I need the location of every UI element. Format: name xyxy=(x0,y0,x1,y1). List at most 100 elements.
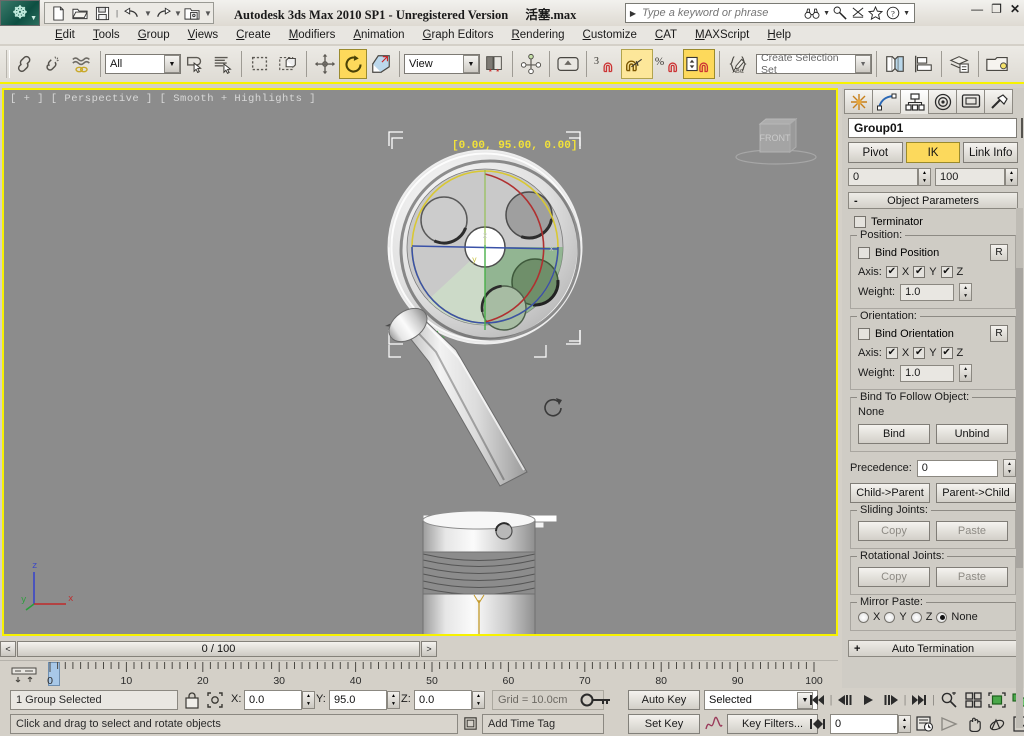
terminator-checkbox[interactable] xyxy=(854,216,866,228)
window-crossing-icon[interactable] xyxy=(274,49,302,79)
child-to-parent-button[interactable]: Child->Parent xyxy=(850,483,930,503)
reference-coordinate-combo[interactable]: View ▼ xyxy=(404,54,480,74)
align-icon[interactable] xyxy=(909,49,937,79)
orientation-reset-button[interactable]: R xyxy=(990,325,1008,342)
goto-end-button[interactable] xyxy=(908,690,930,710)
mirror-paste-z-radio[interactable] xyxy=(910,611,922,623)
steering-icon[interactable] xyxy=(851,6,865,20)
customize-qat-icon[interactable]: ▼ xyxy=(204,9,212,18)
rollout-toggle-icon[interactable]: - xyxy=(854,195,858,207)
select-and-rotate-icon[interactable] xyxy=(339,49,367,79)
ik-sub-tab[interactable]: IK xyxy=(905,142,961,163)
redo-dropdown-icon[interactable]: ▼ xyxy=(174,9,182,18)
select-and-scale-icon[interactable] xyxy=(367,49,395,79)
restore-button[interactable]: ❐ xyxy=(991,2,1002,16)
position-axis-x-checkbox[interactable] xyxy=(885,266,898,278)
position-axis-z-checkbox[interactable] xyxy=(940,266,953,278)
mirror-paste-x-radio[interactable] xyxy=(858,611,869,623)
terminator-row[interactable]: Terminator xyxy=(854,216,1014,228)
precedence-spinner[interactable]: ▲ ▼ xyxy=(1003,459,1016,477)
range-end-spinner[interactable]: ▲ ▼ xyxy=(1005,168,1018,186)
auto-termination-rollout-header[interactable]: + Auto Termination xyxy=(848,640,1018,657)
scrollbar-thumb[interactable] xyxy=(1016,268,1023,568)
time-configuration-button[interactable] xyxy=(913,714,937,734)
range-end-field[interactable]: 100 xyxy=(935,168,1005,186)
select-and-move-icon[interactable] xyxy=(311,49,339,79)
object-parameters-rollout-header[interactable]: - Object Parameters xyxy=(848,192,1018,209)
track-bar[interactable]: 0 10 20 30 40 50 60 70 80 90 100 xyxy=(0,660,838,688)
named-selection-sets-icon[interactable]: ABC xyxy=(724,49,752,79)
manipulate-icon[interactable] xyxy=(554,49,582,79)
sliding-joints-paste-button[interactable]: Paste xyxy=(936,521,1008,541)
angle-snap-toggle-icon[interactable] xyxy=(621,49,653,79)
rotational-joints-copy-button[interactable]: Copy xyxy=(858,567,930,587)
previous-frame-arrow[interactable]: < xyxy=(0,641,16,657)
close-button[interactable]: ✕ xyxy=(1010,2,1020,16)
select-by-name-icon[interactable] xyxy=(209,49,237,79)
layer-manager-icon[interactable] xyxy=(946,49,974,79)
undo-dropdown-icon[interactable]: ▼ xyxy=(144,9,152,18)
menu-item-maxscript[interactable]: MAXScript xyxy=(686,28,758,42)
object-name-input[interactable] xyxy=(848,118,1017,138)
absolute-relative-mode-icon[interactable] xyxy=(206,691,224,709)
menu-item-tools[interactable]: Tools xyxy=(84,28,129,42)
unlink-selection-icon[interactable] xyxy=(40,49,68,79)
menu-item-cat[interactable]: CAT xyxy=(646,28,686,42)
toolbar-grip[interactable] xyxy=(6,50,10,78)
animation-selection-list[interactable]: Selected ▼ xyxy=(704,690,818,710)
precedence-value[interactable]: 0 xyxy=(916,459,998,477)
mirror-paste-y-radio[interactable] xyxy=(884,611,896,623)
use-pivot-point-center-icon[interactable] xyxy=(480,49,508,79)
orientation-axis-x-checkbox[interactable] xyxy=(885,347,898,359)
undo-icon[interactable] xyxy=(122,4,142,23)
y-coord-input[interactable]: 95.0 xyxy=(329,690,387,710)
range-start-field[interactable]: 0 xyxy=(848,168,918,186)
parent-to-child-button[interactable]: Parent->Child xyxy=(936,483,1016,503)
current-frame-input[interactable]: 0 xyxy=(830,714,898,734)
zoom-extents-button[interactable] xyxy=(985,690,1009,710)
position-axis-y-checkbox[interactable] xyxy=(913,266,926,278)
range-start-spinner[interactable]: ▲ ▼ xyxy=(918,168,931,186)
pan-view-button[interactable] xyxy=(961,714,985,734)
use-center-icon[interactable] xyxy=(517,49,545,79)
perspective-viewport[interactable]: [ + ] [ Perspective ] [ Smooth + Highlig… xyxy=(2,88,838,636)
zoom-button[interactable] xyxy=(937,690,961,710)
bind-orientation-row[interactable]: Bind Orientation xyxy=(858,327,990,340)
named-selection-set-combo[interactable]: Create Selection Set ▼ xyxy=(756,52,872,76)
bind-orientation-checkbox[interactable] xyxy=(858,327,870,340)
menu-item-customize[interactable]: Customize xyxy=(574,28,646,42)
menu-item-animation[interactable]: Animation xyxy=(344,28,413,42)
menu-item-create[interactable]: Create xyxy=(227,28,280,42)
set-key-button[interactable]: Set Key xyxy=(628,714,700,734)
adaptive-degradation-icon[interactable] xyxy=(462,715,479,732)
menu-item-views[interactable]: Views xyxy=(179,28,227,42)
y-spinner[interactable]: ▲ ▼ xyxy=(387,691,400,709)
orientation-weight-spinner[interactable]: ▲ ▼ xyxy=(959,364,973,382)
mirror-paste-none-radio[interactable] xyxy=(936,611,948,623)
link-info-sub-tab[interactable]: Link Info xyxy=(963,142,1019,163)
object-color-swatch[interactable] xyxy=(1021,118,1023,138)
key-filters-button[interactable]: Key Filters... xyxy=(727,714,818,734)
mirror-icon[interactable] xyxy=(881,49,909,79)
help-icon[interactable]: ? xyxy=(886,6,900,20)
unbind-button[interactable]: Unbind xyxy=(936,424,1008,444)
chevron-down-icon[interactable]: ▼ xyxy=(164,55,180,73)
orbit-button[interactable] xyxy=(985,714,1009,734)
pivot-sub-tab[interactable]: Pivot xyxy=(848,142,903,163)
chevron-down-icon[interactable]: ▼ xyxy=(855,55,871,73)
menu-item-help[interactable]: Help xyxy=(758,28,800,42)
position-weight-spinner[interactable]: ▲ ▼ xyxy=(959,283,973,301)
menu-item-edit[interactable]: Edit xyxy=(46,28,84,42)
spinner-snap-toggle-icon[interactable] xyxy=(683,49,715,79)
rollout-toggle-icon[interactable]: + xyxy=(854,643,860,655)
lock-selection-icon[interactable] xyxy=(184,691,200,709)
auto-key-button[interactable]: Auto Key xyxy=(628,690,700,710)
display-tab[interactable] xyxy=(956,89,985,114)
help-dropdown-icon[interactable]: ▼ xyxy=(903,10,910,17)
percent-snap-toggle-icon[interactable]: % xyxy=(653,49,683,79)
z-spinner[interactable]: ▲ ▼ xyxy=(472,691,485,709)
rectangular-selection-region-icon[interactable] xyxy=(246,49,274,79)
key-filters-curve-icon[interactable] xyxy=(704,715,724,733)
z-coord-input[interactable]: 0.0 xyxy=(414,690,472,710)
hierarchy-tab[interactable] xyxy=(900,89,929,114)
